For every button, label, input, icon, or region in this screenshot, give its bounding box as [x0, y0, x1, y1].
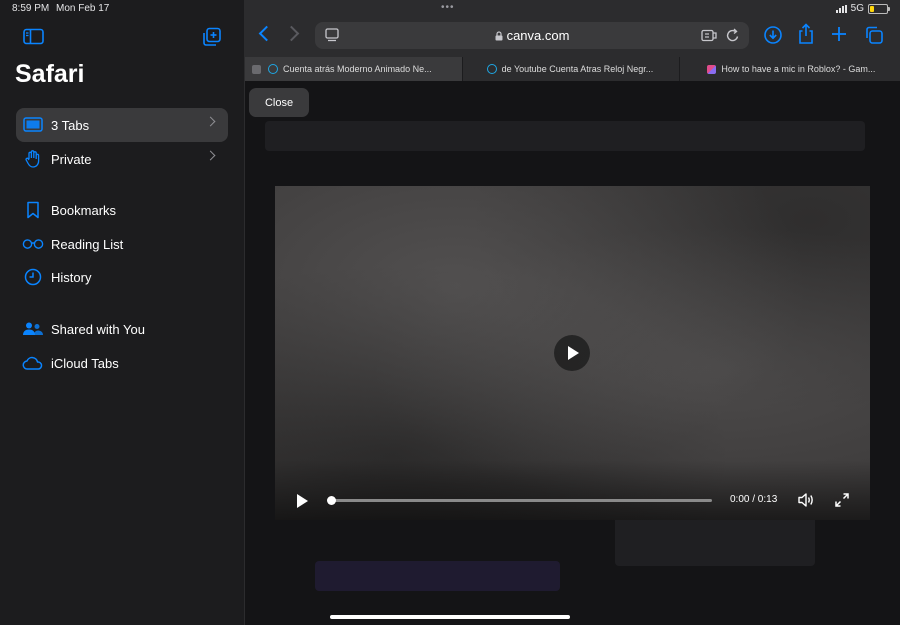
- clock-icon: [22, 268, 44, 286]
- sidebar-item-private[interactable]: Private: [16, 142, 228, 176]
- multitasking-dots-icon[interactable]: •••: [441, 2, 455, 13]
- chevron-right-icon: [205, 116, 216, 127]
- close-tab-icon[interactable]: [252, 64, 261, 74]
- progress-knob[interactable]: [327, 496, 336, 505]
- tab-3[interactable]: How to have a mic in Roblox? - Gam...: [680, 57, 900, 81]
- sidebar-item-label: Private: [51, 151, 92, 167]
- status-time: 8:59 PM: [12, 3, 50, 14]
- sidebar-item-history[interactable]: History: [16, 260, 228, 294]
- sidebar-title: Safari: [15, 60, 85, 88]
- background-panel-button: [315, 561, 560, 591]
- fullscreen-icon[interactable]: [835, 493, 849, 507]
- glasses-icon: [22, 235, 44, 253]
- close-button[interactable]: Close: [249, 88, 309, 117]
- cloud-icon: [22, 354, 44, 372]
- status-date: Mon Feb 17: [56, 3, 110, 14]
- progress-track[interactable]: [331, 499, 712, 502]
- browser-main: canva.com Cuenta atrás Moderno Animado N…: [245, 0, 900, 625]
- tab-title: de Youtube Cuenta Atras Reloj Negr...: [501, 64, 654, 74]
- new-tab-group-icon[interactable]: [202, 27, 224, 46]
- sidebar-item-label: Bookmarks: [51, 202, 117, 218]
- game-favicon-icon: [707, 64, 717, 74]
- shared-people-icon: [22, 320, 44, 338]
- sidebar-item-shared-with-you[interactable]: Shared with You: [16, 312, 228, 346]
- reload-icon[interactable]: [726, 28, 740, 48]
- time-readout: 0:00 / 0:13: [730, 494, 778, 505]
- controls-gradient: [275, 460, 870, 520]
- home-indicator[interactable]: [330, 615, 570, 619]
- sidebar-item-tabs[interactable]: 3 Tabs: [16, 108, 228, 142]
- hand-icon: [22, 150, 44, 168]
- background-thumbnails: [615, 516, 815, 566]
- cellular-signal-icon: [835, 4, 847, 13]
- tab-title: Cuenta atrás Moderno Animado Ne...: [283, 64, 432, 74]
- chevron-right-icon: [205, 150, 216, 161]
- tab-bar: Cuenta atrás Moderno Animado Ne... de Yo…: [245, 57, 900, 81]
- address-bar[interactable]: canva.com: [315, 22, 749, 49]
- status-bar: 8:59 PM Mon Feb 17 ••• 5G: [0, 0, 900, 18]
- sidebar-item-label: Reading List: [51, 236, 124, 252]
- url-domain: canva.com: [506, 28, 570, 43]
- tab-overview-icon[interactable]: [864, 25, 884, 45]
- battery-icon: [868, 3, 890, 14]
- volume-icon[interactable]: [797, 492, 815, 508]
- play-overlay-icon[interactable]: [554, 335, 590, 371]
- network-type: 5G: [850, 3, 864, 14]
- sidebar-item-reading-list[interactable]: Reading List: [16, 227, 228, 261]
- share-icon[interactable]: [797, 23, 817, 44]
- forward-icon[interactable]: [283, 25, 300, 42]
- background-editor-toolbar: [265, 121, 865, 151]
- status-indicators: 5G: [835, 3, 890, 14]
- play-icon[interactable]: [297, 494, 308, 508]
- sidebar: Safari 3 Tabs Private Bookmarks Reading …: [0, 0, 245, 625]
- sidebar-toggle-icon[interactable]: [23, 28, 45, 46]
- url-text: canva.com: [315, 28, 749, 44]
- bookmark-icon: [22, 201, 44, 219]
- sidebar-item-bookmarks[interactable]: Bookmarks: [16, 193, 228, 227]
- sidebar-item-label: 3 Tabs: [51, 117, 90, 133]
- extension-icon[interactable]: [701, 29, 717, 47]
- canva-favicon-icon: [486, 64, 497, 74]
- tab-2[interactable]: de Youtube Cuenta Atras Reloj Negr...: [463, 57, 681, 81]
- back-icon[interactable]: [258, 25, 275, 42]
- canva-favicon-icon: [268, 64, 278, 74]
- tab-1[interactable]: Cuenta atrás Moderno Animado Ne...: [245, 57, 463, 81]
- new-tab-icon[interactable]: [830, 25, 850, 45]
- sidebar-item-label: iCloud Tabs: [51, 355, 119, 371]
- video-player[interactable]: 0:00 / 0:13: [275, 186, 870, 520]
- downloads-icon[interactable]: [763, 25, 783, 45]
- lock-icon: [495, 29, 503, 44]
- sidebar-item-label: Shared with You: [51, 321, 145, 337]
- browser-toolbar: canva.com: [245, 18, 900, 56]
- tabs-icon: [22, 116, 44, 134]
- sidebar-item-label: History: [51, 269, 92, 285]
- tab-title: How to have a mic in Roblox? - Gam...: [721, 64, 876, 74]
- sidebar-item-icloud-tabs[interactable]: iCloud Tabs: [16, 346, 228, 380]
